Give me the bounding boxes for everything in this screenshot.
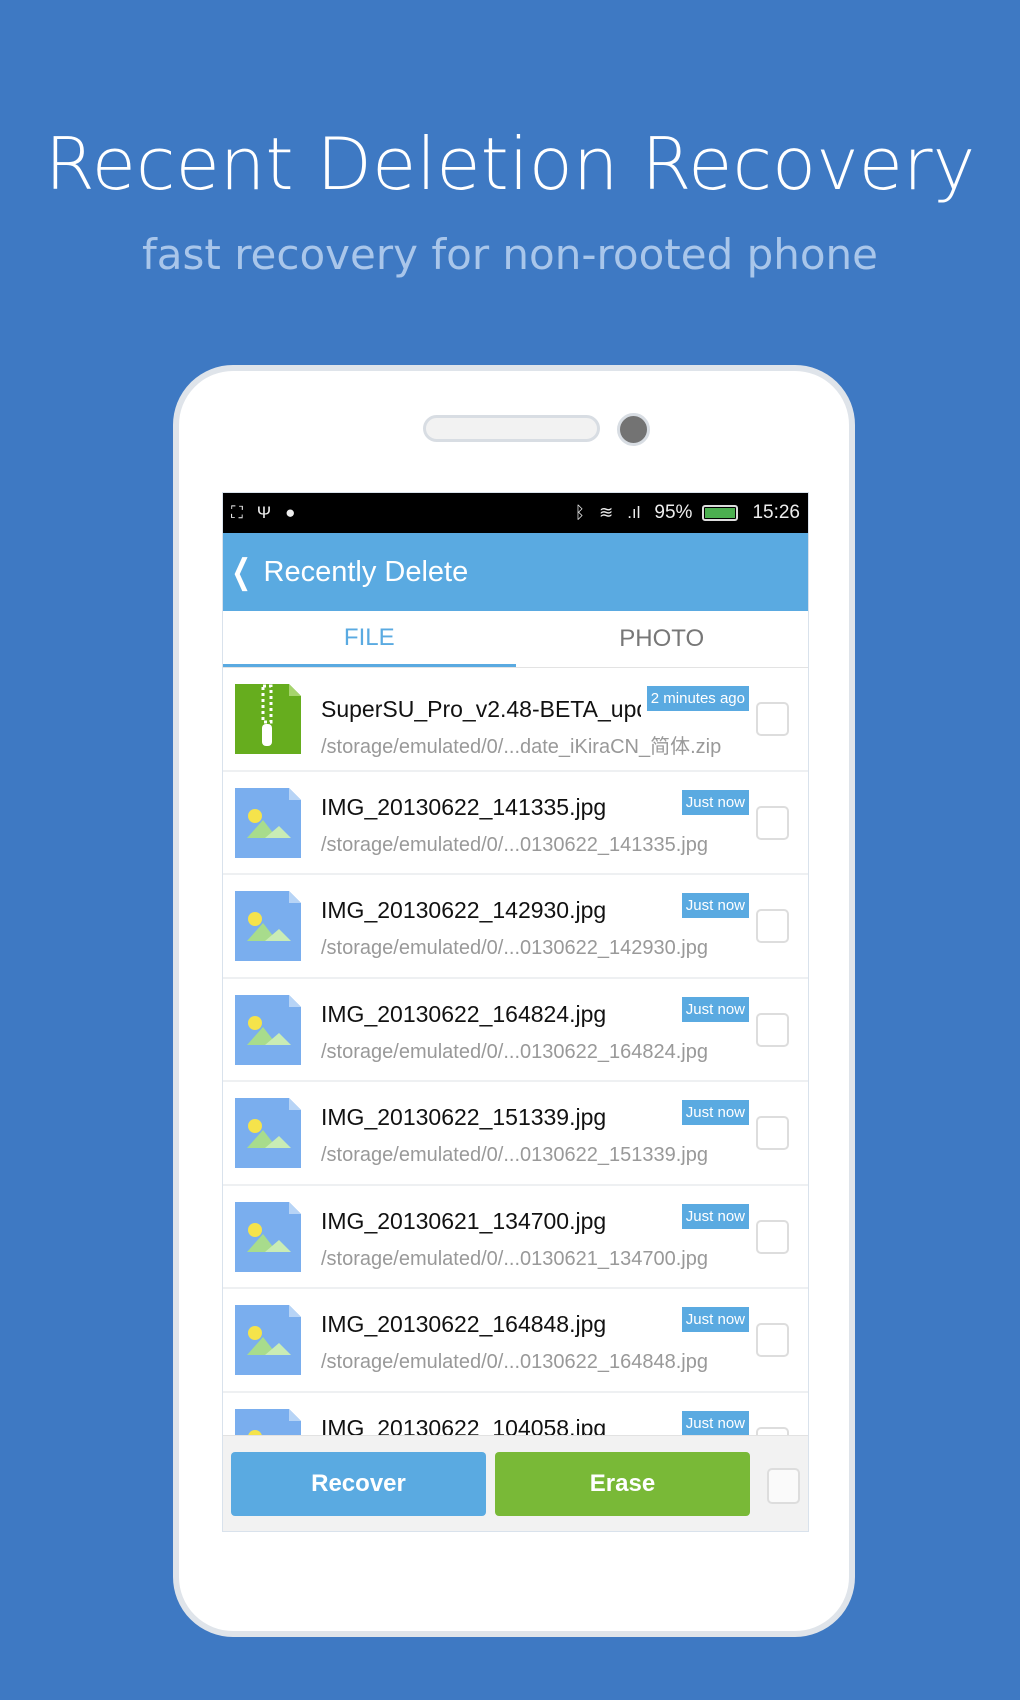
file-row[interactable]: IMG_20130622_164824.jpg /storage/emulate… xyxy=(223,979,808,1082)
file-name: IMG_20130622_151339.jpg xyxy=(321,1104,607,1130)
phone-speaker xyxy=(423,415,600,442)
file-row[interactable]: IMG_20130621_134700.jpg /storage/emulate… xyxy=(223,1186,808,1289)
file-path: /storage/emulated/0/...0130622_141335.jp… xyxy=(321,833,708,856)
time-badge: 2 minutes ago xyxy=(646,686,749,711)
zip-file-icon xyxy=(235,684,301,754)
status-bar: ⛶ Ψ ● ᛒ ≋ .ıl 95% 15:26 xyxy=(223,493,808,533)
file-name: IMG_20130622_141335.jpg xyxy=(321,793,607,820)
file-path: /storage/emulated/0/...0130622_164824.jp… xyxy=(321,1040,708,1063)
file-name: IMG_20130621_134700.jpg xyxy=(321,1207,607,1234)
image-file-icon xyxy=(235,891,301,961)
phone-screen: ⛶ Ψ ● ᛒ ≋ .ıl 95% 15:26 ❮ Recently Delet… xyxy=(222,492,809,1532)
action-bar: Recover Erase xyxy=(223,1435,808,1531)
promo-title: Recent Deletion Recovery xyxy=(44,122,976,206)
file-checkbox[interactable] xyxy=(756,1323,789,1357)
time-badge: Just now xyxy=(681,1307,749,1332)
time-badge: Just now xyxy=(681,789,749,815)
file-path: /storage/emulated/0/...0130621_134700.jp… xyxy=(321,1247,708,1270)
time-badge: Just now xyxy=(681,1410,749,1436)
usb-icon: Ψ xyxy=(256,503,272,522)
file-path: /storage/emulated/0/...0130622_142930.jp… xyxy=(321,937,708,959)
file-list: SuperSU_Pro_v2.48-BETA_update_iKiraCN_简体… xyxy=(223,668,808,1496)
wifi-icon: ≋ xyxy=(598,503,614,522)
file-checkbox[interactable] xyxy=(756,1219,789,1254)
image-file-icon xyxy=(235,787,301,858)
screenshot-icon: ⛶ xyxy=(231,503,243,522)
file-row[interactable]: IMG_20130622_164848.jpg /storage/emulate… xyxy=(223,1289,808,1393)
tab-photo[interactable]: PHOTO xyxy=(516,611,809,667)
select-all-checkbox[interactable] xyxy=(767,1468,800,1504)
time-badge: Just now xyxy=(681,1203,749,1229)
promo-subtitle: fast recovery for non-rooted phone xyxy=(141,230,879,279)
file-name: IMG_20130622_164848.jpg xyxy=(321,1311,607,1337)
file-path: /storage/emulated/0/...date_iKiraCN_简体.z… xyxy=(321,736,722,758)
battery-icon xyxy=(702,505,739,521)
file-checkbox[interactable] xyxy=(756,909,789,943)
file-checkbox[interactable] xyxy=(756,805,789,840)
time-badge: Just now xyxy=(681,996,749,1022)
file-row[interactable]: IMG_20130622_151339.jpg /storage/emulate… xyxy=(223,1082,808,1186)
clock: 15:26 xyxy=(752,502,800,523)
file-path: /storage/emulated/0/...0130622_164848.jp… xyxy=(321,1351,708,1373)
file-row[interactable]: IMG_20130622_142930.jpg /storage/emulate… xyxy=(223,875,808,979)
android-icon: ● xyxy=(285,503,296,522)
time-badge: Just now xyxy=(681,1100,749,1125)
image-file-icon xyxy=(235,994,301,1065)
battery-percent: 95% xyxy=(654,502,693,523)
file-name: IMG_20130622_142930.jpg xyxy=(321,897,607,923)
recover-button[interactable]: Recover xyxy=(231,1452,486,1516)
file-row[interactable]: SuperSU_Pro_v2.48-BETA_update_iKiraCN_简体… xyxy=(223,668,808,772)
bluetooth-icon: ᛒ xyxy=(574,503,585,522)
app-bar-title: Recently Delete xyxy=(263,555,469,588)
erase-button[interactable]: Erase xyxy=(495,1452,750,1516)
file-path: /storage/emulated/0/...0130622_151339.jp… xyxy=(321,1144,708,1166)
app-bar: ❮ Recently Delete xyxy=(223,533,808,611)
file-name: IMG_20130622_164824.jpg xyxy=(321,1000,607,1027)
tab-file[interactable]: FILE xyxy=(223,611,516,667)
file-checkbox[interactable] xyxy=(756,1012,789,1047)
time-badge: Just now xyxy=(681,893,749,918)
file-checkbox[interactable] xyxy=(756,1116,789,1150)
file-checkbox[interactable] xyxy=(756,702,789,736)
signal-icon: .ıl xyxy=(627,503,641,522)
image-file-icon xyxy=(235,1201,301,1272)
back-arrow-icon[interactable]: ❮ xyxy=(231,552,251,592)
file-name: SuperSU_Pro_v2.48-BETA_update_iKiraCN_简体… xyxy=(321,696,641,722)
image-file-icon xyxy=(235,1305,301,1375)
file-row[interactable]: IMG_20130622_141335.jpg /storage/emulate… xyxy=(223,772,808,875)
image-file-icon xyxy=(235,1098,301,1168)
phone-camera xyxy=(617,413,650,446)
tab-bar: FILE PHOTO xyxy=(223,611,808,668)
